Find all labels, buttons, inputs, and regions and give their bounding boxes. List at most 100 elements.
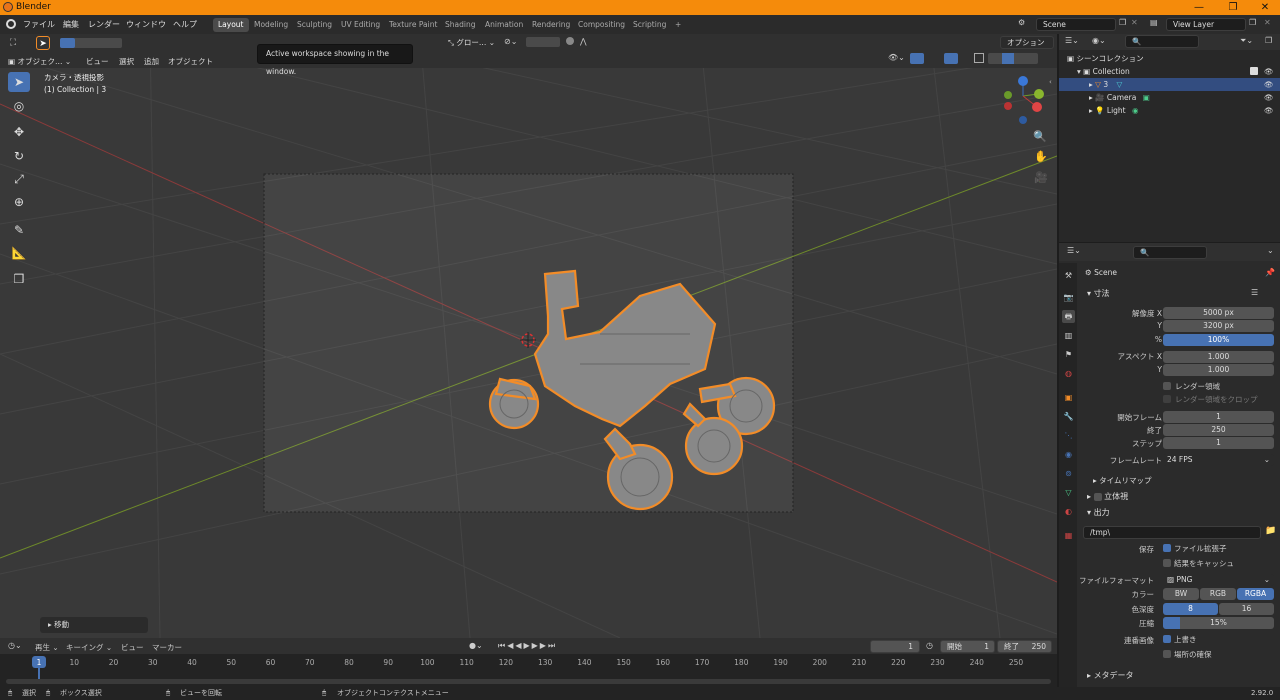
mode-selector[interactable]: ▣ オブジェク… ⌄ — [8, 56, 71, 67]
hand-icon[interactable]: ✋ — [1034, 150, 1048, 163]
menu-edit[interactable]: 編集 — [63, 19, 79, 30]
metadata-panel-header[interactable]: ▸ メタデータ — [1087, 670, 1134, 681]
tab-uv-editing[interactable]: UV Editing — [336, 18, 385, 32]
options-dropdown[interactable]: オプション ⌄ — [1000, 36, 1054, 58]
delete-scene-icon[interactable]: ✕ — [1131, 18, 1138, 27]
annotate-icon[interactable]: ✎ — [8, 220, 30, 240]
shading-mode-group[interactable] — [988, 53, 1038, 64]
outliner-collection[interactable]: ▾ ▣ Collection 👁 — [1059, 65, 1280, 78]
timeline-scrollbar[interactable] — [6, 679, 1051, 684]
render-tab-icon[interactable]: 📷 — [1062, 291, 1075, 304]
object-tab-icon[interactable]: ▣ — [1062, 391, 1075, 404]
pivot-point-icon[interactable]: ⊘⌄ — [504, 37, 517, 46]
texture-tab-icon[interactable]: ▦ — [1062, 529, 1075, 542]
menu-select[interactable]: 選択 — [119, 56, 134, 67]
tab-sculpting[interactable]: Sculpting — [292, 18, 337, 32]
collection-checkbox[interactable] — [1250, 67, 1258, 75]
menu-view[interactable]: ビュー — [86, 56, 109, 67]
frame-start-field[interactable]: 1 — [1163, 411, 1274, 423]
tab-texture-paint[interactable]: Texture Paint — [384, 18, 442, 32]
color-bw-button[interactable]: BW — [1163, 588, 1199, 600]
eye-icon[interactable]: 👁 — [1264, 91, 1274, 104]
3d-viewport[interactable]: ⛶ ➤ ▣ オブジェク… ⌄ ビュー 選択 追加 オブジェクト ⤡ グロー… ⌄… — [0, 34, 1057, 638]
pin-icon[interactable]: 📌 — [1265, 268, 1275, 277]
scene-name-field[interactable]: Scene — [1036, 18, 1116, 31]
scene-tab-icon[interactable]: ⚑ — [1062, 348, 1075, 361]
physics-tab-icon[interactable]: ◉ — [1062, 448, 1075, 461]
eye-icon[interactable]: 👁 — [1264, 65, 1274, 78]
frame-end-field[interactable]: 250 — [1163, 424, 1274, 436]
outliner-item-3[interactable]: ▸ ▽ 3 ▽ 👁 — [1059, 78, 1280, 91]
overlay-toggle-icon[interactable] — [944, 53, 958, 64]
tab-animation[interactable]: Animation — [480, 18, 528, 32]
gizmo-toggle-icon[interactable] — [910, 53, 924, 64]
menu-help[interactable]: ヘルプ — [173, 19, 197, 30]
scene-browse-icon[interactable]: ⚙ — [1018, 18, 1034, 31]
dimensions-panel-header[interactable]: ▾ 寸法 — [1087, 288, 1110, 299]
stereo-panel-header[interactable]: ▸ 立体視 — [1087, 491, 1128, 502]
zoom-icon[interactable]: 🔍 — [1033, 130, 1047, 143]
new-view-layer-icon[interactable]: ❐ — [1249, 18, 1256, 27]
properties-search-input[interactable]: 🔍 — [1133, 246, 1207, 259]
sidebar-toggle[interactable]: ‹ — [1049, 78, 1052, 86]
falloff-icon[interactable]: ⋀ — [580, 37, 587, 46]
editor-type-icon[interactable]: ⛶ — [6, 36, 20, 50]
output-panel-header[interactable]: ▾ 出力 — [1087, 507, 1110, 518]
select-box-modes[interactable] — [60, 38, 122, 48]
cursor-icon[interactable]: ◎ — [8, 96, 30, 116]
color-rgb-button[interactable]: RGB — [1200, 588, 1236, 600]
display-mode-icon[interactable]: ◉⌄ — [1092, 36, 1106, 45]
select-mode-icon[interactable]: ➤ — [36, 36, 50, 50]
solid-shading-icon[interactable] — [1002, 53, 1014, 64]
menu-object[interactable]: オブジェクト — [168, 56, 213, 67]
maximize-button[interactable]: ❐ — [1222, 0, 1244, 15]
time-remap-header[interactable]: ▸ タイムリマップ — [1093, 475, 1152, 486]
camera-icon[interactable]: 🎥 — [1034, 171, 1048, 184]
add-workspace-button[interactable]: + — [670, 18, 686, 32]
menu-window[interactable]: ウィンドウ — [126, 19, 166, 30]
presets-icon[interactable]: ☰ — [1251, 288, 1258, 297]
transform-icon[interactable]: ⊕ — [8, 192, 30, 212]
compression-slider[interactable]: 15% — [1163, 617, 1274, 629]
tab-rendering[interactable]: Rendering — [527, 18, 575, 32]
tab-compositing[interactable]: Compositing — [573, 18, 630, 32]
particles-tab-icon[interactable]: ⋱ — [1062, 429, 1075, 442]
add-cube-icon[interactable]: ❒ — [8, 269, 30, 289]
scale-icon[interactable]: ⤢ — [8, 169, 30, 189]
res-y-field[interactable]: 3200 px — [1163, 320, 1274, 332]
crop-region-checkbox[interactable] — [1163, 395, 1171, 403]
move-icon[interactable]: ✥ — [8, 122, 30, 142]
filter-icon[interactable]: ⏷⌄ — [1240, 36, 1253, 46]
minimize-button[interactable]: — — [1188, 0, 1210, 15]
outliner-item-light[interactable]: ▸ 💡 Light ◉ 👁 — [1059, 104, 1280, 117]
overwrite-checkbox[interactable] — [1163, 635, 1171, 643]
measure-icon[interactable]: 📐 — [8, 243, 30, 263]
viewport-canvas[interactable] — [0, 34, 1057, 638]
fps-dropdown[interactable]: 24 FPS ⌄ — [1163, 454, 1274, 466]
color-rgba-button[interactable]: RGBA — [1237, 588, 1274, 600]
placeholders-checkbox[interactable] — [1163, 650, 1171, 658]
new-scene-icon[interactable]: ❐ — [1119, 18, 1126, 27]
data-tab-icon[interactable]: ▽ — [1062, 486, 1075, 499]
cache-result-checkbox[interactable] — [1163, 559, 1171, 567]
material-tab-icon[interactable]: ◐ — [1062, 505, 1075, 518]
output-path-field[interactable]: /tmp\ — [1083, 526, 1261, 539]
tab-layout[interactable]: Layout — [213, 18, 249, 32]
depth-8-button[interactable]: 8 — [1163, 603, 1218, 615]
last-operation-panel[interactable]: ▸ 移動 — [40, 617, 148, 633]
outliner-scene-collection[interactable]: ▣ シーンコレクション — [1059, 52, 1280, 65]
folder-icon[interactable]: 📁 — [1265, 526, 1276, 536]
world-tab-icon[interactable]: ◍ — [1062, 367, 1075, 380]
file-extension-checkbox[interactable] — [1163, 544, 1171, 552]
delete-view-layer-icon[interactable]: ✕ — [1264, 18, 1271, 27]
eye-icon[interactable]: 👁 — [1264, 78, 1274, 91]
select-tool-icon[interactable]: ➤ — [8, 72, 30, 92]
blender-menu-icon[interactable] — [6, 19, 16, 29]
depth-16-button[interactable]: 16 — [1219, 603, 1274, 615]
outliner-editor-icon[interactable]: ☰⌄ — [1065, 36, 1079, 45]
new-collection-icon[interactable]: ❐ — [1265, 36, 1272, 45]
outliner-search-input[interactable]: 🔍 — [1125, 35, 1199, 48]
rotate-icon[interactable]: ↻ — [8, 146, 30, 166]
properties-options-icon[interactable]: ⌄ — [1267, 246, 1274, 255]
view-layer-icon[interactable]: ▤ — [1150, 18, 1158, 27]
